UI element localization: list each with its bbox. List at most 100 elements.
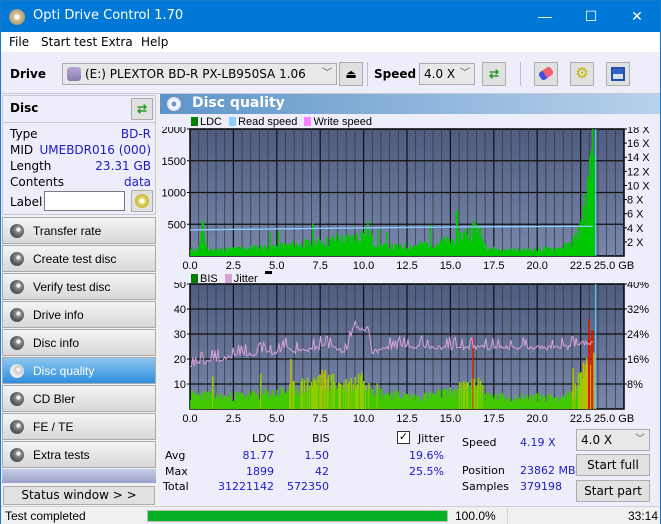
menu-start-test[interactable]: Start test: [41, 35, 97, 49]
y-tick-label: 40: [174, 304, 186, 316]
progress-text: 100.0%: [455, 509, 496, 523]
bis-bar: [593, 352, 595, 409]
total-ldc: 31221142: [218, 480, 274, 493]
nav-label: Verify test disc: [33, 280, 111, 294]
nav-label: CD Bler: [33, 392, 76, 406]
app-disc-icon: [9, 9, 25, 25]
col-ldc-header: LDC: [252, 432, 275, 445]
y-tick-label: 500: [168, 219, 186, 231]
nav-filler: [2, 469, 156, 483]
menu-extra[interactable]: Extra: [101, 35, 133, 49]
nav-verify-test-disc[interactable]: Verify test disc: [2, 273, 156, 300]
start-full-button[interactable]: Start full: [576, 454, 650, 476]
speed-stat-value: 4.19 X: [520, 436, 556, 449]
close-button[interactable]: ✕: [614, 1, 660, 32]
nav-label: Create test disc: [33, 252, 117, 266]
settings-button[interactable]: ⚙: [570, 62, 594, 86]
y2-tick-label: 14 X: [627, 152, 650, 164]
nav-disc-quality[interactable]: Disc quality: [2, 357, 156, 384]
x-tick-label: 0.0: [182, 413, 197, 425]
nav-disc-info[interactable]: Disc info: [2, 329, 156, 356]
x-tick-label: 10.0: [353, 413, 374, 425]
eject-button[interactable]: ⏏: [339, 62, 363, 86]
bis-jitter-chart: 10 20 30 40 50 8% 16% 24% 32% 40% 0.0 2.5 5.0 7.5 10.0…: [174, 282, 649, 425]
menu-bar: File Start test Extra Help: [1, 32, 660, 52]
disc-icon: [135, 194, 149, 208]
max-jitter: 25.5%: [409, 465, 444, 478]
x-tick-label: 25.0 GB: [594, 260, 634, 272]
nav-fe-te[interactable]: FE / TE: [2, 413, 156, 440]
y2-tick-label: 2 X: [627, 237, 644, 249]
status-text: Test completed: [5, 509, 86, 523]
refresh-arrows-icon: ⇄: [136, 102, 148, 116]
total-label: Total: [163, 480, 189, 493]
save-button[interactable]: [606, 62, 630, 86]
disc-label-button[interactable]: [131, 190, 153, 212]
nav-label: Drive info: [33, 308, 84, 322]
menu-help[interactable]: Help: [141, 35, 168, 49]
x-tick-label: 22.5: [570, 413, 591, 425]
status-window-button[interactable]: Status window > >: [3, 486, 155, 505]
disc-refresh-button[interactable]: ⇄: [131, 98, 153, 120]
nav-transfer-rate[interactable]: Transfer rate: [2, 217, 156, 244]
start-part-button[interactable]: Start part: [576, 480, 650, 502]
x-tick-label: 25.0 GB: [594, 413, 634, 425]
chevron-down-icon: ﹀: [322, 68, 332, 79]
drive-select[interactable]: (E:) PLEXTOR BD-R PX-LB950SA 1.06 ﹀: [62, 63, 337, 85]
toolbar: Drive (E:) PLEXTOR BD-R PX-LB950SA 1.06 …: [1, 52, 660, 94]
transfer-rate-icon: [10, 224, 24, 238]
y2-tick-label: 40%: [627, 282, 649, 291]
y2-tick-label: 12 X: [627, 166, 650, 178]
disc-info-icon: [10, 336, 24, 350]
avg-ldc: 81.77: [242, 449, 275, 462]
toolbar-separator: [520, 62, 521, 86]
maximize-button[interactable]: ☐: [568, 1, 614, 32]
fe-te-icon: [10, 420, 24, 434]
speed-label: Speed: [374, 67, 417, 81]
test-speed-value: 4.0 X: [581, 433, 613, 447]
max-bis: 42: [315, 465, 329, 478]
avg-jitter: 19.6%: [409, 449, 444, 462]
x-tick-label: 17.5: [483, 260, 504, 272]
menu-file[interactable]: File: [9, 35, 29, 49]
window-title: Opti Drive Control 1.70: [33, 8, 184, 23]
nav-create-test-disc[interactable]: Create test disc: [2, 245, 156, 272]
nav-label: Transfer rate: [33, 224, 102, 238]
jitter-label: Jitter: [418, 432, 445, 445]
disc-mid-label: MID: [10, 143, 34, 157]
legend-swatch: [229, 117, 237, 126]
speed-select[interactable]: 4.0 X ﹀: [419, 63, 475, 85]
x-tick-label: 7.5: [313, 260, 328, 272]
ldc-chart: 500 1000 1500 2000 2 X 4 X 6 X 8 X 10 X 12 X 14 X 1…: [162, 127, 651, 272]
y-tick-label: 20: [174, 354, 186, 366]
x-tick-label: 17.5: [483, 413, 504, 425]
disc-label-input[interactable]: [44, 191, 125, 211]
drive-label: Drive: [10, 67, 46, 81]
test-speed-select[interactable]: 4.0 X ﹀: [576, 429, 650, 451]
drive-info-icon: [10, 308, 24, 322]
disc-contents-value: data: [123, 175, 151, 189]
y2-tick-label: 4 X: [627, 223, 644, 235]
refresh-button[interactable]: ⇄: [482, 62, 506, 86]
x-tick-label: 7.5: [313, 413, 328, 425]
position-value: 23862 MB: [520, 464, 576, 477]
jitter-checkbox[interactable]: ✓: [397, 431, 410, 444]
y2-tick-label: 16%: [627, 354, 649, 366]
nav-drive-info[interactable]: Drive info: [2, 301, 156, 328]
nav-extra-tests[interactable]: Extra tests: [2, 441, 156, 468]
x-tick-label: 5.0: [269, 413, 284, 425]
avg-bis: 1.50: [304, 449, 330, 462]
disc-mid-value: UMEBDR016 (000): [39, 143, 151, 157]
panel-header: Disc quality: [160, 94, 660, 114]
disc-length-value: 23.31 GB: [95, 159, 151, 173]
drive-icon: [67, 67, 81, 81]
create-test-disc-icon: [10, 252, 24, 266]
nav-cd-bler[interactable]: CD Bler: [2, 385, 156, 412]
avg-label: Avg: [165, 449, 186, 462]
minimize-button[interactable]: —: [522, 1, 568, 32]
legend-marker: [264, 271, 272, 274]
panel-title: Disc quality: [192, 95, 285, 111]
position-label: Position: [462, 464, 505, 477]
erase-button[interactable]: [534, 62, 558, 86]
progress-bar: [147, 510, 448, 522]
